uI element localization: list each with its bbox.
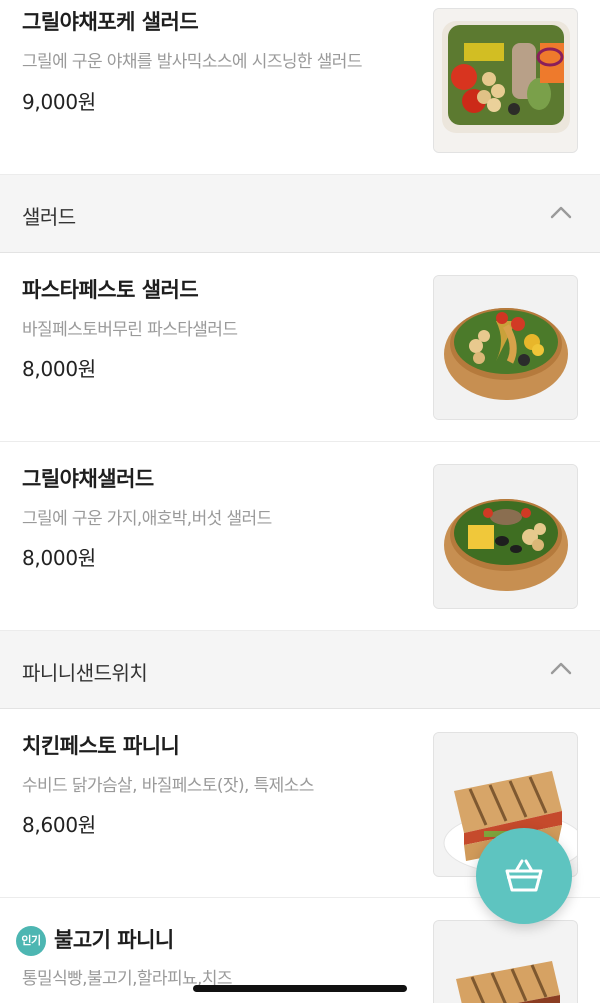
category-title: 샐러드 bbox=[22, 205, 76, 229]
menu-item-price: 8,000원 bbox=[22, 357, 96, 381]
bulgogi-panini-image bbox=[433, 920, 578, 1003]
menu-item-name: 그릴야채포케 샐러드 bbox=[22, 10, 199, 34]
chevron-up-icon[interactable] bbox=[550, 661, 572, 675]
poke-salad-bowl-image bbox=[433, 8, 578, 153]
menu-item-name: 치킨페스토 파니니 bbox=[22, 734, 180, 758]
menu-item-description: 그릴에 구운 가지,애호박,버섯 샐러드 bbox=[22, 509, 272, 529]
menu-item-description: 그릴에 구운 야채를 발사믹소스에 시즈닝한 샐러드 bbox=[22, 52, 362, 72]
basket-icon bbox=[505, 859, 543, 892]
menu-item[interactable]: 그릴야채샐러드 그릴에 구운 가지,애호박,버섯 샐러드 8,000원 bbox=[0, 442, 600, 631]
popular-badge: 인기 bbox=[16, 926, 46, 956]
cart-button[interactable] bbox=[476, 828, 572, 924]
menu-item-name: 인기 불고기 파니니 bbox=[16, 924, 174, 956]
category-header-salad[interactable]: 샐러드 bbox=[0, 175, 600, 253]
pasta-salad-image bbox=[433, 275, 578, 420]
menu-item-name: 파스타페스토 샐러드 bbox=[22, 278, 199, 302]
chevron-up-icon[interactable] bbox=[550, 205, 572, 219]
category-header-panini[interactable]: 파니니샌드위치 bbox=[0, 631, 600, 709]
menu-item-price: 8,600원 bbox=[22, 813, 96, 837]
home-indicator bbox=[193, 985, 407, 992]
menu-item-description: 바질페스토버무린 파스타샐러드 bbox=[22, 320, 238, 340]
menu-item-price: 9,000원 bbox=[22, 90, 96, 114]
menu-item-name-text: 불고기 파니니 bbox=[54, 928, 174, 952]
menu-item-name: 그릴야채샐러드 bbox=[22, 467, 154, 491]
grilled-veg-salad-image bbox=[433, 464, 578, 609]
category-title: 파니니샌드위치 bbox=[22, 661, 148, 685]
menu-item-price: 8,000원 bbox=[22, 546, 96, 570]
menu-item-description: 수비드 닭가슴살, 바질페스토(잣), 특제소스 bbox=[22, 776, 314, 796]
menu-item[interactable]: 파스타페스토 샐러드 바질페스토버무린 파스타샐러드 8,000원 bbox=[0, 253, 600, 442]
menu-item[interactable]: 그릴야채포케 샐러드 그릴에 구운 야채를 발사믹소스에 시즈닝한 샐러드 9,… bbox=[0, 0, 600, 175]
